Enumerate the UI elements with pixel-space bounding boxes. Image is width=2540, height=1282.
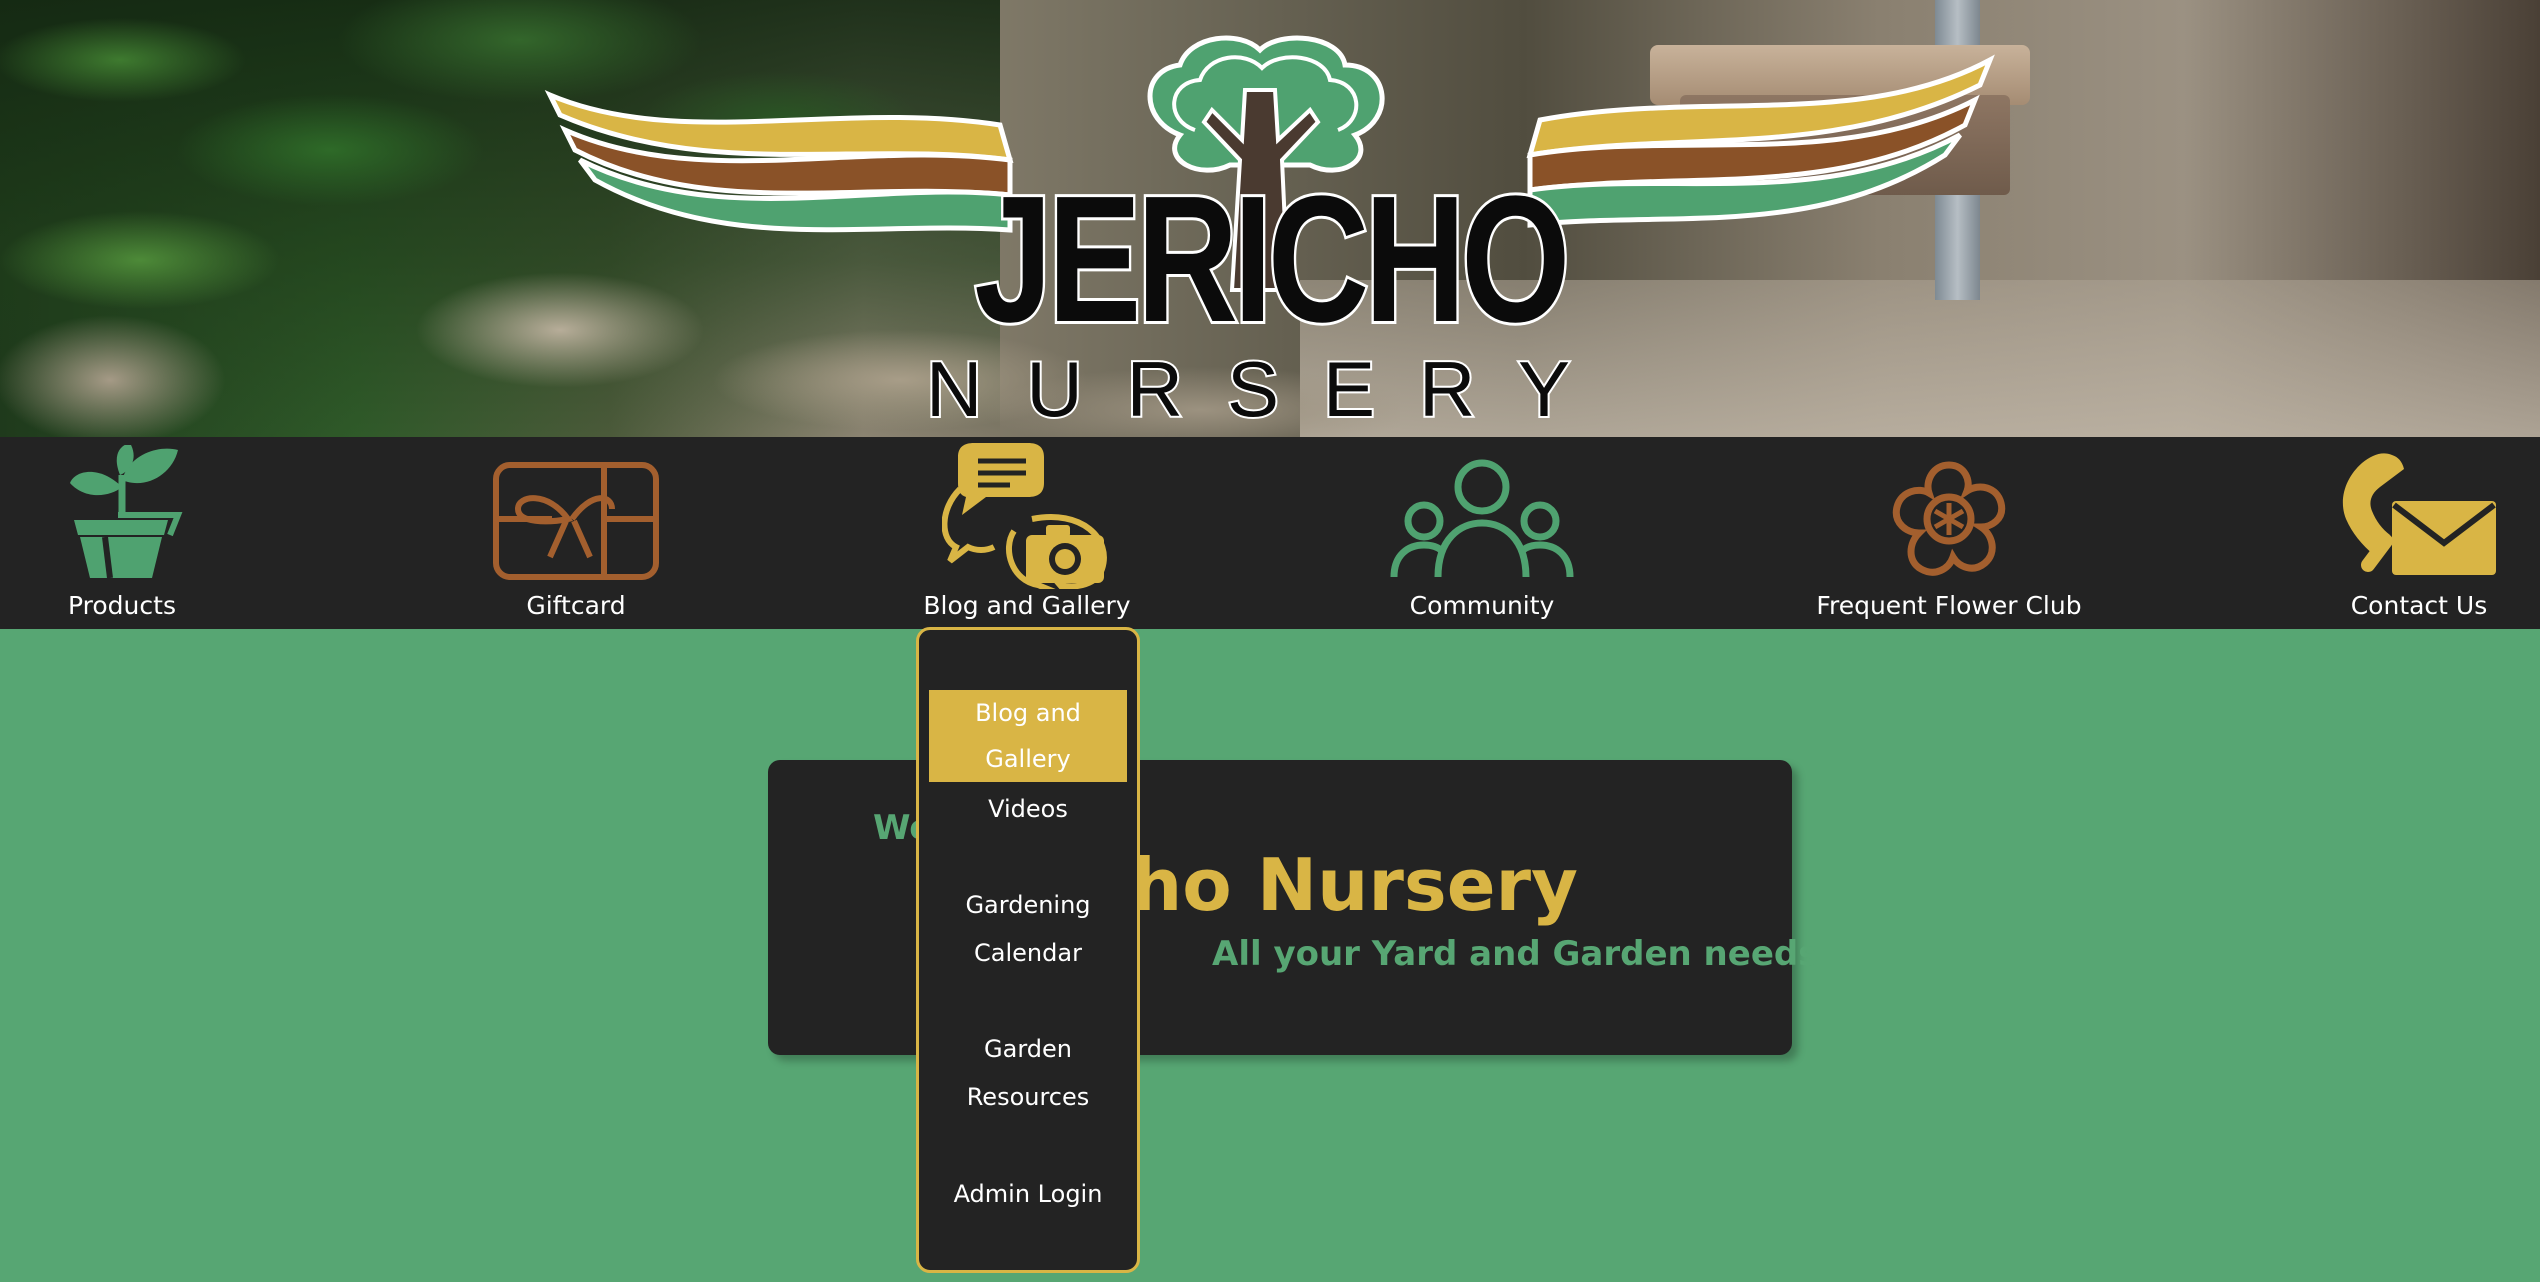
- dropdown-item-label: Blog and Gallery: [975, 699, 1081, 773]
- dropdown-item-videos[interactable]: Videos: [929, 785, 1127, 833]
- chat-camera-icon: [942, 443, 1108, 595]
- header-banner: JERICHO NURSERY: [0, 0, 2540, 437]
- nav-item-products[interactable]: Products: [62, 437, 183, 629]
- people-group-icon: [1390, 445, 1574, 595]
- nav-label-blog-and-gallery: Blog and Gallery: [923, 591, 1131, 620]
- blog-gallery-dropdown: Blog and Gallery Videos Gardening Calend…: [916, 627, 1140, 1273]
- potted-plant-icon: [62, 445, 183, 595]
- logo-title: JERICHO: [972, 159, 1573, 360]
- logo-subtitle: NURSERY: [924, 345, 1614, 433]
- flower-icon: [1830, 445, 2068, 595]
- nav-label-products: Products: [68, 591, 176, 620]
- dropdown-item-blog-and-gallery[interactable]: Blog and Gallery: [929, 690, 1127, 782]
- nav-item-community[interactable]: Community: [1390, 437, 1574, 629]
- nav-item-giftcard[interactable]: Giftcard: [492, 437, 660, 629]
- nav-label-community: Community: [1409, 591, 1555, 620]
- dropdown-item-label: Videos: [988, 795, 1068, 823]
- site-logo[interactable]: JERICHO NURSERY: [540, 30, 2000, 430]
- main-navigation: Products Giftcard Blog and Gallery Commu…: [0, 437, 2540, 629]
- welcome-tagline: All your Yard and Garden needs: [1212, 934, 1819, 974]
- gift-card-icon: [492, 445, 660, 595]
- dropdown-item-gardening-calendar[interactable]: Gardening Calendar: [929, 881, 1127, 977]
- nav-item-blog-and-gallery[interactable]: Blog and Gallery: [923, 437, 1131, 629]
- nav-item-frequent-flower-club[interactable]: Frequent Flower Club: [1816, 437, 2082, 629]
- nav-item-contact-us[interactable]: Contact Us: [2338, 437, 2500, 629]
- dropdown-item-admin-login[interactable]: Admin Login: [929, 1170, 1127, 1218]
- nav-label-frequent-flower-club: Frequent Flower Club: [1816, 591, 2082, 620]
- dropdown-item-label: Admin Login: [953, 1180, 1103, 1208]
- dropdown-item-garden-resources[interactable]: Garden Resources: [929, 1025, 1127, 1121]
- welcome-title: Jericho Nursery: [952, 843, 1578, 927]
- nav-label-contact-us: Contact Us: [2350, 591, 2488, 620]
- dropdown-item-label: Gardening Calendar: [965, 891, 1091, 967]
- nav-label-giftcard: Giftcard: [526, 591, 626, 620]
- phone-envelope-icon: [2338, 445, 2500, 595]
- dropdown-item-label: Garden Resources: [966, 1035, 1090, 1111]
